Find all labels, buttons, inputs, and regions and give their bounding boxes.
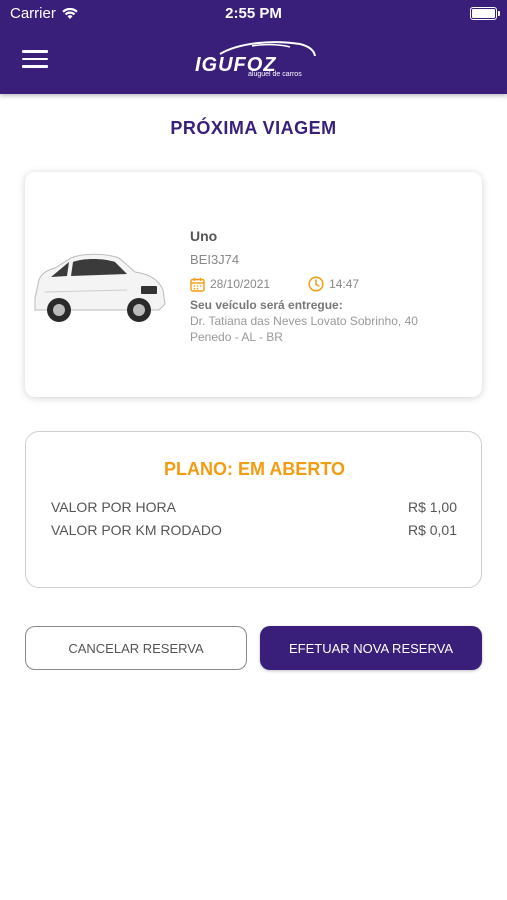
brand-tagline: aluguel de carros (248, 71, 302, 78)
cancel-reservation-button[interactable]: CANCELAR RESERVA (25, 626, 247, 670)
trip-card: Uno BEI3J74 28/10/2021 14:47 Seu veículo… (25, 172, 482, 397)
delivery-label: Seu veículo será entregue: (190, 298, 343, 312)
trip-time-text: 14:47 (329, 277, 360, 291)
trip-date: 28/10/2021 (190, 277, 270, 292)
plan-title: PLANO: EM ABERTO (163, 459, 345, 479)
brand-logo: IGUFOZ aluguel de carros (190, 38, 320, 84)
status-bar: Carrier 2:55 PM (0, 0, 507, 30)
delivery-address: Dr. Tatiana das Neves Lovato Sobrinho, 4… (190, 313, 475, 345)
plan-row-label: VALOR POR KM RODADO (51, 522, 222, 538)
plan-row-km: VALOR POR KM RODADO R$ 0,01 (51, 522, 457, 538)
plan-card: PLANO: EM ABERTO VALOR POR HORA R$ 1,00 … (25, 431, 482, 588)
page-title: PRÓXIMA VIAGEM (170, 118, 337, 138)
date-time-row: 28/10/2021 14:47 (190, 276, 475, 292)
car-info: Uno BEI3J74 28/10/2021 14:47 Seu veículo… (190, 228, 475, 345)
app-header: Carrier 2:55 PM IGUFOZ aluguel de carros (0, 0, 507, 94)
car-image (34, 253, 166, 322)
car-model: Uno (190, 228, 218, 244)
plan-row-hour: VALOR POR HORA R$ 1,00 (51, 499, 457, 515)
hamburger-menu-button[interactable] (22, 50, 48, 70)
plan-row-label: VALOR POR HORA (51, 499, 176, 515)
clock-icon (308, 276, 324, 292)
status-time: 2:55 PM (225, 5, 282, 22)
plan-row-value: R$ 1,00 (407, 499, 457, 515)
new-reservation-button[interactable]: EFETUAR NOVA RESERVA (260, 626, 482, 670)
address-line-2: Penedo - AL - BR (190, 330, 283, 344)
plan-row-value: R$ 0,01 (407, 522, 457, 538)
trip-time: 14:47 (308, 276, 359, 292)
trip-date-text: 28/10/2021 (210, 277, 271, 291)
calendar-icon (190, 277, 205, 292)
car-plate: BEI3J74 (190, 252, 240, 267)
battery-icon (470, 7, 500, 20)
address-line-1: Dr. Tatiana das Neves Lovato Sobrinho, 4… (190, 314, 418, 328)
